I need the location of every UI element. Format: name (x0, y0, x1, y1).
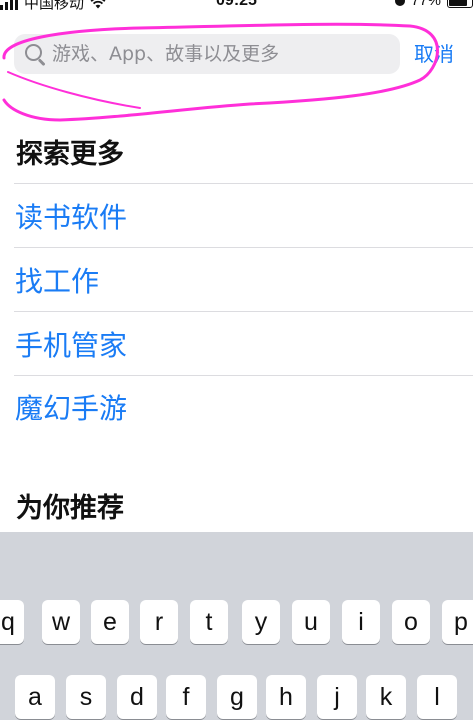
keyboard-row-2: a s d f g h j k l (0, 675, 473, 719)
key-g[interactable]: g (217, 675, 257, 719)
key-r[interactable]: r (140, 600, 178, 644)
suggestion-list: 读书软件 找工作 手机管家 魔幻手游 (0, 183, 473, 438)
key-i[interactable]: i (342, 600, 380, 644)
suggestion-label: 魔幻手游 (15, 392, 128, 425)
key-e[interactable]: e (91, 600, 129, 644)
key-p[interactable]: p (442, 600, 473, 644)
suggestion-item-fantasy-game[interactable]: 魔幻手游 (14, 375, 473, 438)
status-bar: 中国移动 09:25 77% (0, 0, 473, 14)
battery-percent: 77% (410, 0, 441, 9)
explore-title: 探索更多 (16, 139, 124, 170)
keyboard-row-1: q w e r t y u i o p (0, 600, 473, 644)
key-q[interactable]: q (0, 600, 24, 644)
key-u[interactable]: u (292, 600, 330, 644)
key-j[interactable]: j (317, 675, 357, 719)
battery-icon (447, 0, 473, 8)
suggestion-item-phone-manager[interactable]: 手机管家 (14, 311, 473, 375)
status-right: 77% (394, 0, 473, 9)
keyboard: q w e r t y u i o p a s d f g h j k l (0, 532, 473, 720)
search-icon (22, 41, 48, 67)
key-d[interactable]: d (117, 675, 157, 719)
recommend-title: 为你推荐 (16, 493, 124, 524)
suggestion-label: 手机管家 (15, 328, 128, 362)
key-s[interactable]: s (66, 675, 106, 719)
key-a[interactable]: a (15, 675, 55, 719)
suggestion-item-reading-app[interactable]: 读书软件 (14, 183, 473, 247)
key-f[interactable]: f (166, 675, 206, 719)
search-row: 取消 (0, 26, 473, 80)
moon-icon (394, 0, 405, 6)
suggestion-item-job-search[interactable]: 找工作 (14, 247, 473, 311)
suggestion-label: 读书软件 (15, 200, 128, 234)
key-o[interactable]: o (392, 600, 430, 644)
key-t[interactable]: t (190, 600, 228, 644)
suggestion-label: 找工作 (15, 264, 100, 298)
search-box[interactable] (14, 34, 400, 74)
key-k[interactable]: k (366, 675, 406, 719)
key-l[interactable]: l (417, 675, 457, 719)
cancel-button[interactable]: 取消 (414, 38, 454, 67)
key-w[interactable]: w (42, 600, 80, 644)
key-h[interactable]: h (266, 675, 306, 719)
key-y[interactable]: y (242, 600, 280, 644)
search-input[interactable] (52, 36, 400, 72)
